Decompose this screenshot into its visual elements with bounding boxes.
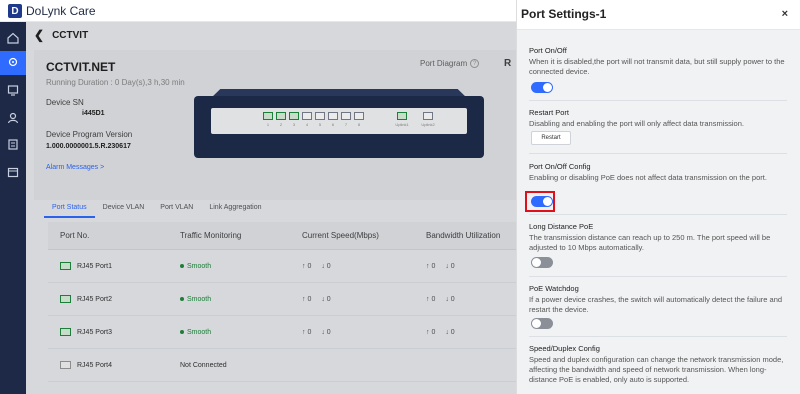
highlight-box — [525, 191, 555, 212]
restart-port-title: Restart Port — [529, 108, 570, 117]
toggle-knob — [543, 83, 552, 92]
port-onoff-desc: When it is disabled,the port will not tr… — [529, 57, 785, 76]
section-poe-watchdog: PoE Watchdog If a power device crashes, … — [529, 284, 787, 315]
section-port-onoff: Port On/Off When it is disabled,the port… — [529, 46, 787, 77]
long-poe-title: Long Distance PoE — [529, 222, 594, 231]
long-poe-toggle[interactable] — [531, 257, 553, 268]
section-restart-port: Restart Port Disabling and enabling the … — [529, 108, 787, 129]
port-onoff-title: Port On/Off — [529, 46, 567, 55]
watchdog-toggle[interactable] — [531, 318, 553, 329]
port-onoff-toggle[interactable] — [531, 82, 553, 93]
section-onoff-config: Port On/Off Config Enabling or disabling… — [529, 162, 787, 183]
toggle-knob — [532, 319, 541, 328]
divider — [529, 276, 787, 277]
restart-port-desc: Disabling and enabling the port will onl… — [529, 119, 744, 128]
section-long-distance-poe: Long Distance PoE The transmission dista… — [529, 222, 787, 253]
left-nav — [0, 22, 26, 394]
divider — [529, 336, 787, 337]
watchdog-title: PoE Watchdog — [529, 284, 579, 293]
nav-location-icon[interactable] — [0, 51, 26, 75]
restart-button[interactable]: Restart — [531, 131, 571, 145]
drawer-header: Port Settings-1 × — [517, 0, 800, 30]
nav-home-icon[interactable] — [0, 26, 26, 50]
section-speed-duplex: Speed/Duplex Config Speed and duplex con… — [529, 344, 787, 385]
nav-monitor-icon[interactable] — [0, 78, 26, 102]
speed-duplex-title: Speed/Duplex Config — [529, 344, 600, 353]
divider — [529, 153, 787, 154]
nav-users-icon[interactable] — [0, 106, 26, 130]
speed-duplex-desc: Speed and duplex configuration can chang… — [529, 355, 784, 384]
drawer-title: Port Settings-1 — [521, 7, 607, 21]
long-poe-desc: The transmission distance can reach up t… — [529, 233, 771, 252]
divider — [529, 214, 787, 215]
app-name: DoLynk Care — [26, 4, 96, 18]
port-settings-drawer: Port Settings-1 × Port On/Off When it is… — [516, 0, 800, 394]
nav-building-icon[interactable] — [0, 132, 26, 156]
modal-overlay[interactable] — [26, 22, 516, 394]
toggle-knob — [532, 258, 541, 267]
divider — [529, 100, 787, 101]
close-icon[interactable]: × — [782, 8, 788, 20]
onoff-config-desc: Enabling or disabling PoE does not affec… — [529, 173, 767, 182]
app-logo[interactable]: D DoLynk Care — [8, 4, 96, 18]
onoff-config-title: Port On/Off Config — [529, 162, 591, 171]
nav-calendar-icon[interactable] — [0, 160, 26, 184]
logo-mark-icon: D — [8, 4, 22, 18]
watchdog-desc: If a power device crashes, the switch wi… — [529, 295, 783, 314]
